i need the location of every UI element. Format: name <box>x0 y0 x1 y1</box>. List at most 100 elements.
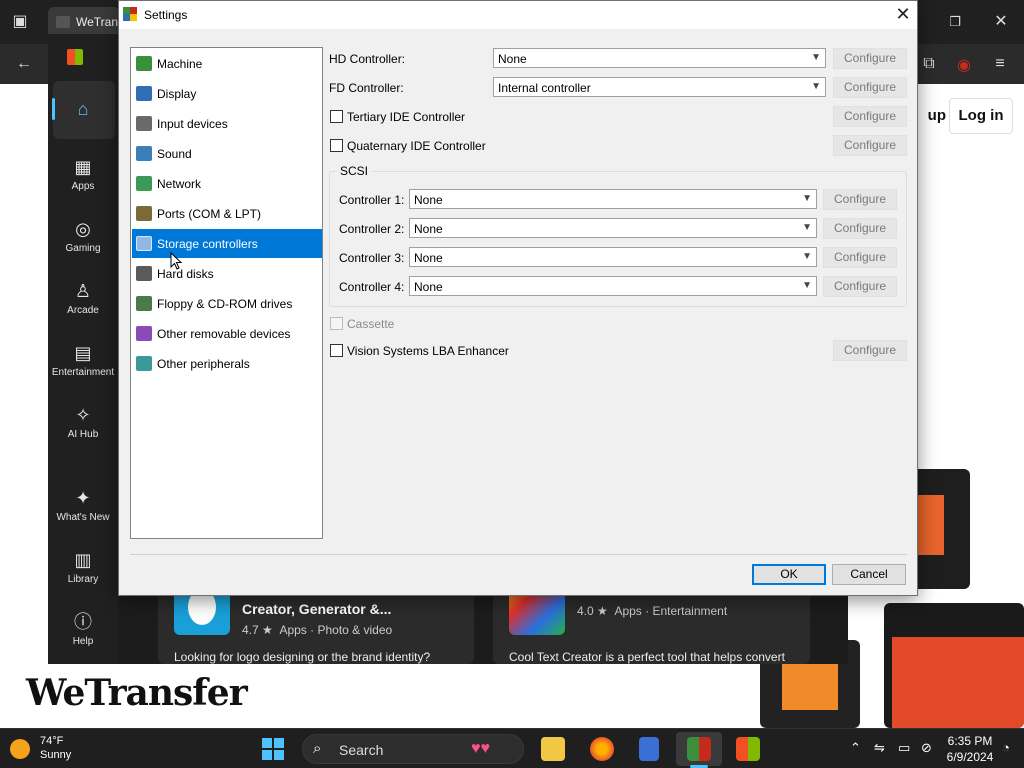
store-nav-ai-hub[interactable]: ✧ AI Hub <box>48 404 118 440</box>
restore-window-icon[interactable]: ❐ <box>943 12 967 32</box>
ok-button[interactable]: OK <box>752 564 826 585</box>
scsi-group-label: SCSI <box>337 164 372 178</box>
select-value: None <box>414 193 443 207</box>
store-app-icon[interactable] <box>736 737 760 761</box>
category-other-peripherals[interactable]: Other peripherals <box>132 349 322 378</box>
store-nav-gaming[interactable]: ◎ Gaming <box>48 218 118 254</box>
app-card-meta: 4.7 ★ Apps · Photo & video <box>242 623 393 637</box>
search-icon: ⌕ <box>313 740 322 757</box>
settings-category-list[interactable]: Machine Display Input devices Sound Netw… <box>130 47 323 539</box>
category-network[interactable]: Network <box>132 169 322 198</box>
vision-lba-configure-button[interactable]: Configure <box>833 340 907 361</box>
scsi-controller-4-label: Controller 4: <box>339 280 405 294</box>
close-window-icon[interactable]: ✕ <box>989 12 1013 32</box>
tertiary-ide-checkbox[interactable] <box>330 110 343 123</box>
select-value: None <box>414 222 443 236</box>
category-label: Floppy & CD-ROM drives <box>157 297 293 311</box>
hd-controller-select[interactable]: None ▼ <box>493 48 826 68</box>
chevron-down-icon: ▼ <box>802 280 812 291</box>
scsi-controller-4-select[interactable]: None ▼ <box>409 276 817 296</box>
login-button[interactable]: Log in <box>949 98 1013 134</box>
category-hard-disks[interactable]: Hard disks <box>132 259 322 288</box>
weather-temperature[interactable]: 74°F <box>40 735 63 747</box>
scsi-2-configure-button[interactable]: Configure <box>823 218 897 239</box>
category-display[interactable]: Display <box>132 79 322 108</box>
scsi-1-configure-button[interactable]: Configure <box>823 189 897 210</box>
notifications-icon[interactable]: ◔ <box>1002 740 1010 756</box>
category-sound[interactable]: Sound <box>132 139 322 168</box>
store-nav-whats-new[interactable]: ✦ What's New <box>48 487 118 523</box>
file-explorer-icon[interactable] <box>541 737 565 761</box>
scsi-3-configure-button[interactable]: Configure <box>823 247 897 268</box>
extensions-icon[interactable]: ⧉ <box>917 54 941 74</box>
chevron-down-icon: ▼ <box>811 52 821 63</box>
dialog-titlebar[interactable]: Settings ✕ <box>119 1 917 29</box>
category-other-removable[interactable]: Other removable devices <box>132 319 322 348</box>
scsi-controller-1-select[interactable]: None ▼ <box>409 189 817 209</box>
display-tray-icon[interactable]: ▭ <box>898 740 910 756</box>
category-input-devices[interactable]: Input devices <box>132 109 322 138</box>
help-icon: ⓘ <box>74 612 92 632</box>
clock-time[interactable]: 6:35 PM <box>944 734 996 748</box>
tertiary-ide-configure-button[interactable]: Configure <box>833 106 907 127</box>
chevron-down-icon: ▼ <box>802 193 812 204</box>
firefox-icon[interactable] <box>590 737 614 761</box>
browser-tab[interactable]: WeTran <box>48 7 120 37</box>
search-highlight-icon: ♥♥ <box>471 740 490 757</box>
store-nav-label: AI Hub <box>67 429 99 440</box>
category-ports[interactable]: Ports (COM & LPT) <box>132 199 322 228</box>
clock-date[interactable]: 6/9/2024 <box>944 750 996 764</box>
quaternary-ide-checkbox[interactable] <box>330 139 343 152</box>
app-card-description: Cool Text Creator is a perfect tool that… <box>509 650 785 664</box>
chevron-up-icon[interactable]: ⌃ <box>850 740 861 756</box>
vision-lba-label: Vision Systems LBA Enhancer <box>347 344 509 358</box>
peripherals-icon <box>136 356 152 371</box>
thumbnail-card[interactable] <box>884 603 1024 728</box>
sound-icon <box>136 146 152 161</box>
category-storage-controllers[interactable]: Storage controllers <box>132 229 322 258</box>
notepad-icon[interactable] <box>639 737 659 761</box>
menu-icon[interactable]: ≡ <box>988 54 1012 74</box>
scsi-controller-3-select[interactable]: None ▼ <box>409 247 817 267</box>
clapper-icon: ▤ <box>74 343 92 363</box>
category-machine[interactable]: Machine <box>132 49 322 78</box>
library-icon: ▥ <box>74 550 92 570</box>
fd-configure-button[interactable]: Configure <box>833 77 907 98</box>
close-button[interactable]: ✕ <box>887 3 919 27</box>
hd-configure-button[interactable]: Configure <box>833 48 907 69</box>
fd-controller-label: FD Controller: <box>329 81 404 95</box>
store-nav-label: Arcade <box>67 305 99 316</box>
quaternary-ide-configure-button[interactable]: Configure <box>833 135 907 156</box>
store-nav-entertainment[interactable]: ▤ Entertainment <box>48 342 118 378</box>
sun-icon[interactable] <box>10 739 30 759</box>
store-nav-library[interactable]: ▥ Library <box>48 549 118 585</box>
scsi-controller-2-select[interactable]: None ▼ <box>409 218 817 238</box>
vision-lba-checkbox[interactable] <box>330 344 343 357</box>
network-tray-icon[interactable]: ⇋ <box>874 740 885 756</box>
search-placeholder: Search <box>339 742 384 758</box>
scsi-4-configure-button[interactable]: Configure <box>823 276 897 297</box>
category-floppy-cdrom[interactable]: Floppy & CD-ROM drives <box>132 289 322 318</box>
cancel-button[interactable]: Cancel <box>832 564 906 585</box>
store-sidebar: ⌂ ▦ Apps ◎ Gaming ♙ Arcade ▤ Entertainme… <box>48 34 118 664</box>
cassette-label: Cassette <box>347 317 395 331</box>
scsi-controller-3-label: Controller 3: <box>339 251 405 265</box>
app-card-description: Looking for logo designing or the brand … <box>174 650 431 664</box>
shield-extension-icon[interactable]: ◉ <box>952 56 976 76</box>
store-nav-home-item[interactable]: ⌂ <box>48 98 118 123</box>
back-arrow-icon[interactable]: ← <box>12 54 36 74</box>
start-button[interactable] <box>262 738 284 760</box>
emulator-app-icon[interactable] <box>687 737 711 761</box>
wetransfer-logo: WeTransfer <box>26 672 248 714</box>
fd-controller-select[interactable]: Internal controller ▼ <box>493 77 826 97</box>
store-nav-help[interactable]: ⓘ Help <box>48 611 118 647</box>
store-nav-apps[interactable]: ▦ Apps <box>48 156 118 192</box>
store-nav-label: Entertainment <box>51 367 115 378</box>
taskbar-search[interactable]: ⌕ Search ♥♥ <box>302 734 524 764</box>
weather-description[interactable]: Sunny <box>40 749 71 761</box>
store-nav-arcade[interactable]: ♙ Arcade <box>48 280 118 316</box>
mute-tray-icon[interactable]: ⊘ <box>921 740 932 756</box>
tab-actions-icon[interactable]: ▣ <box>8 12 32 32</box>
cassette-checkbox[interactable] <box>330 317 343 330</box>
removable-devices-icon <box>136 326 152 341</box>
